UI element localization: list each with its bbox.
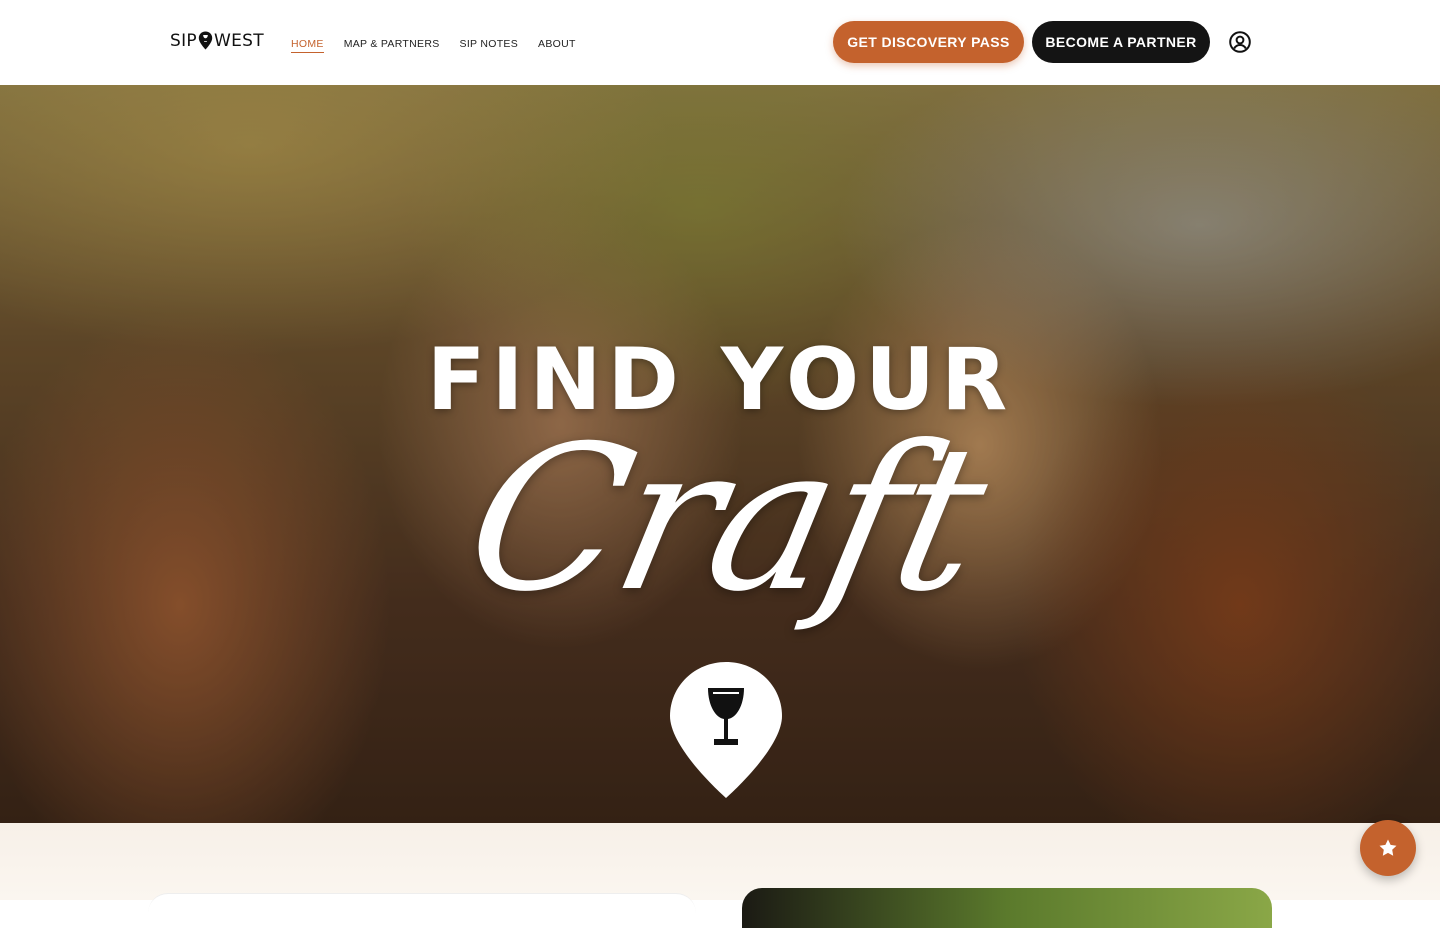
site-header: SIP WEST Home Map & Partners Sip Notes A… [0,0,1440,85]
logo-text-right: WEST [213,31,264,51]
image-card [742,888,1272,928]
nav-home[interactable]: Home [291,38,324,53]
logo-text-left: SIP [170,31,197,51]
user-circle-icon[interactable] [1229,31,1251,53]
glass-pin-icon [670,662,782,798]
info-card [148,893,696,933]
get-discovery-pass-button[interactable]: Get Discovery Pass [833,21,1024,63]
content-section [0,823,1440,933]
hero-script-word: Craft [449,403,1001,636]
hero-banner: FIND YOUR Craft [0,85,1440,823]
favorites-button[interactable] [1360,820,1416,876]
become-partner-button[interactable]: Become a Partner [1032,21,1210,63]
logo-pin-icon [198,31,213,49]
nav-about[interactable]: About [538,38,576,53]
main-nav: Home Map & Partners Sip Notes About [291,38,576,53]
star-icon [1379,839,1397,856]
nav-sip-notes[interactable]: Sip Notes [460,38,519,53]
logo[interactable]: SIP WEST [170,30,264,52]
nav-map-partners[interactable]: Map & Partners [344,38,440,53]
